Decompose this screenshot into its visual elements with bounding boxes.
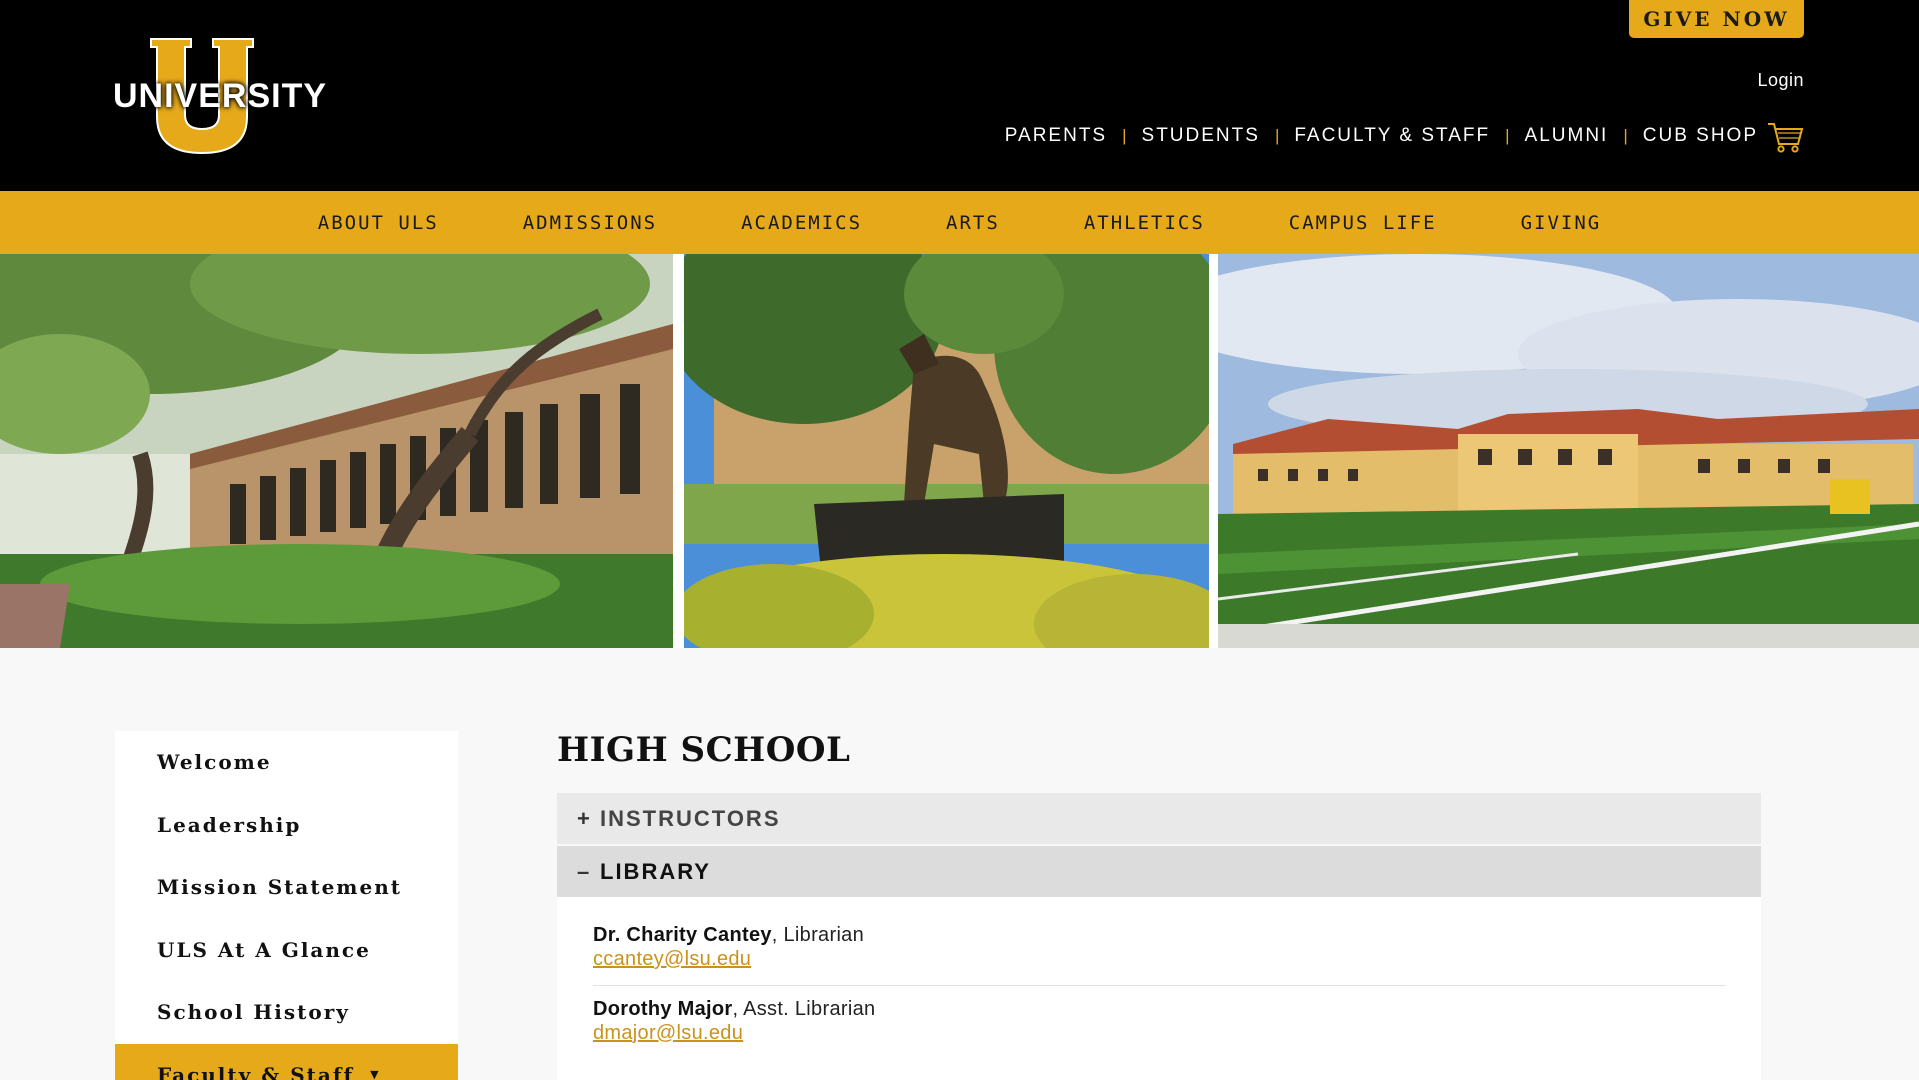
sidebar-nav: Welcome Leadership Mission Statement ULS…: [115, 731, 458, 1080]
sidebar-item-uls-at-a-glance[interactable]: ULS At A Glance: [115, 919, 458, 982]
caret-down-icon: ▼: [370, 1068, 381, 1080]
main-nav-athletics[interactable]: ATHLETICS: [1084, 212, 1205, 234]
sidebar-item-label: Faculty & Staff: [157, 1062, 355, 1080]
contact-name: Dr. Charity Cantey: [593, 924, 772, 946]
top-header: UNIVERSITY GIVE NOW Login PARENTS | STUD…: [0, 0, 1919, 191]
page-title: HIGH SCHOOL: [557, 730, 851, 770]
accordion-instructors[interactable]: + INSTRUCTORS: [557, 793, 1761, 844]
library-panel: Dr. Charity Cantey, Librarian ccantey@ls…: [557, 897, 1761, 1080]
accordion-library[interactable]: – LIBRARY: [557, 846, 1761, 897]
contact-role: , Librarian: [771, 924, 865, 946]
contact-entry: Dr. Charity Cantey, Librarian ccantey@ls…: [593, 924, 864, 971]
main-nav-arts[interactable]: ARTS: [946, 212, 1000, 234]
divider: [593, 985, 1726, 986]
nav-alumni[interactable]: ALUMNI: [1525, 125, 1609, 147]
main-nav-about[interactable]: ABOUT ULS: [318, 212, 439, 234]
contact-role: , Asst. Librarian: [732, 998, 876, 1020]
university-logo[interactable]: UNIVERSITY: [113, 37, 328, 155]
nav-separator: |: [1623, 126, 1628, 145]
sidebar-item-mission-statement[interactable]: Mission Statement: [115, 856, 458, 919]
contact-email-link[interactable]: ccantey@lsu.edu: [593, 948, 864, 971]
sidebar-item-school-history[interactable]: School History: [115, 981, 458, 1044]
shopping-cart-icon[interactable]: [1766, 118, 1804, 154]
audience-nav: PARENTS | STUDENTS | FACULTY & STAFF | A…: [1005, 118, 1804, 154]
hero-banner: [0, 254, 1919, 648]
main-nav-giving[interactable]: GIVING: [1521, 212, 1602, 234]
nav-faculty-staff[interactable]: FACULTY & STAFF: [1294, 125, 1490, 147]
collapse-minus-icon: –: [577, 858, 590, 884]
main-nav-campus-life[interactable]: CAMPUS LIFE: [1289, 212, 1437, 234]
nav-separator: |: [1274, 126, 1280, 145]
give-now-button[interactable]: GIVE NOW: [1629, 0, 1804, 38]
main-nav: ABOUT ULS ADMISSIONS ACADEMICS ARTS ATHL…: [0, 191, 1919, 254]
sidebar-item-welcome[interactable]: Welcome: [115, 731, 458, 794]
login-link[interactable]: Login: [1757, 70, 1804, 91]
nav-parents[interactable]: PARENTS: [1005, 125, 1107, 147]
contact-email-link[interactable]: dmajor@lsu.edu: [593, 1022, 875, 1045]
expand-plus-icon: +: [577, 805, 590, 831]
logo-wordmark: UNIVERSITY: [113, 77, 328, 115]
accordion-label: LIBRARY: [600, 858, 711, 884]
nav-separator: |: [1122, 126, 1127, 145]
contact-entry: Dorothy Major, Asst. Librarian dmajor@ls…: [593, 998, 875, 1045]
main-nav-admissions[interactable]: ADMISSIONS: [523, 212, 657, 234]
accordion-label: INSTRUCTORS: [600, 805, 781, 831]
sidebar-item-faculty-staff[interactable]: Faculty & Staff ▼: [115, 1043, 458, 1080]
tiger-statue-photo: [684, 254, 1209, 648]
sidebar-item-leadership[interactable]: Leadership: [115, 794, 458, 857]
nav-students[interactable]: STUDENTS: [1142, 125, 1260, 147]
contact-name: Dorothy Major: [593, 998, 733, 1020]
nav-cub-shop[interactable]: CUB SHOP: [1643, 125, 1758, 147]
campus-building-photo: [0, 254, 673, 648]
nav-separator: |: [1505, 126, 1510, 145]
athletic-field-photo: [1218, 254, 1919, 648]
main-nav-academics[interactable]: ACADEMICS: [741, 212, 862, 234]
